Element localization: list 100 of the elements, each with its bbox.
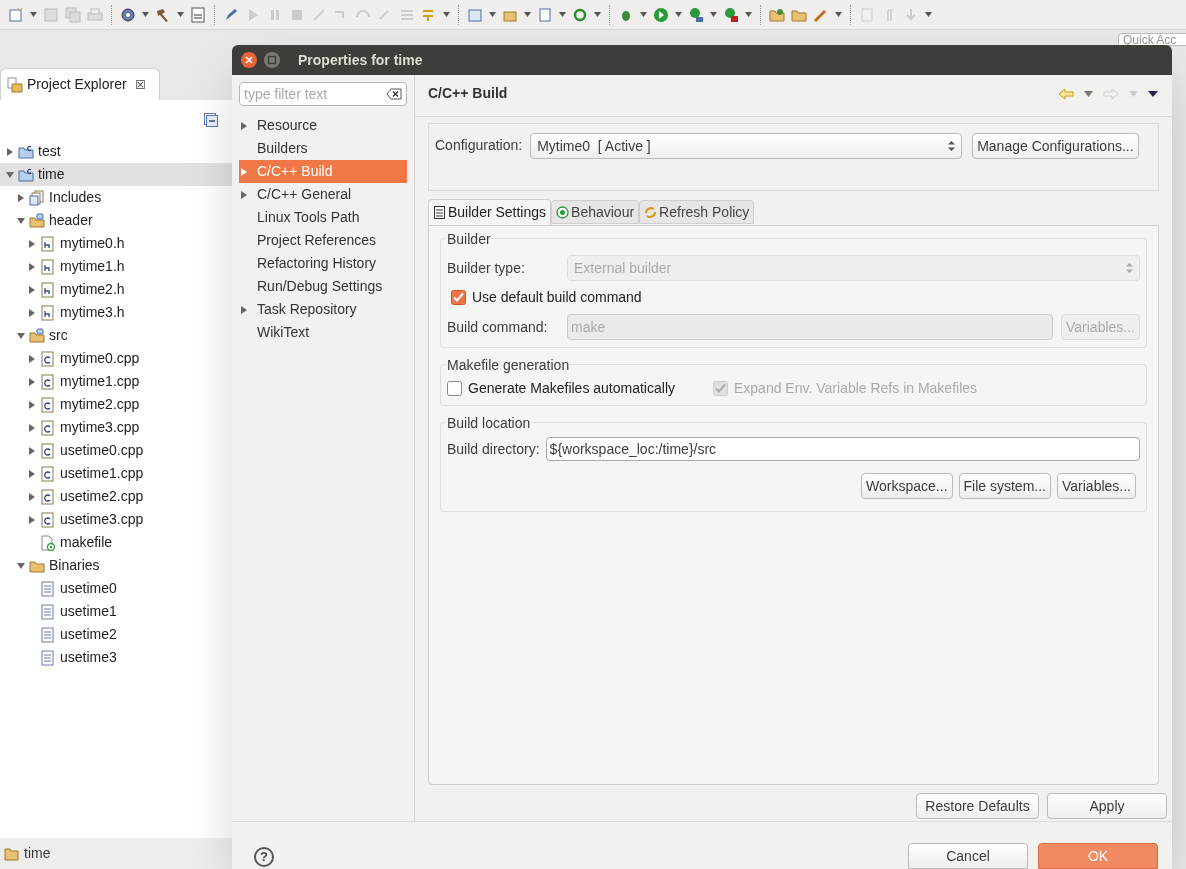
dropdown-caret-icon[interactable] bbox=[675, 12, 682, 17]
expand-arrow-icon[interactable] bbox=[241, 190, 247, 199]
header-file-icon bbox=[40, 235, 56, 252]
collapse-arrow-icon[interactable] bbox=[17, 331, 25, 340]
close-icon[interactable]: ☒ bbox=[134, 75, 146, 94]
tree-item[interactable]: mytime3.h bbox=[0, 301, 232, 324]
tree-item[interactable]: mytime2.h bbox=[0, 278, 232, 301]
dropdown-caret-icon[interactable] bbox=[177, 12, 184, 17]
pencil-icon[interactable] bbox=[223, 6, 239, 23]
expand-arrow-icon[interactable] bbox=[241, 167, 247, 176]
expand-arrow-icon[interactable] bbox=[28, 446, 36, 455]
dropdown-caret-icon[interactable] bbox=[30, 12, 37, 17]
nav-item[interactable]: Builders bbox=[239, 137, 407, 160]
expand-arrow-icon[interactable] bbox=[28, 354, 36, 363]
expand-arrow-icon[interactable] bbox=[17, 193, 25, 202]
collapse-arrow-icon[interactable] bbox=[17, 561, 25, 570]
expand-arrow-icon[interactable] bbox=[28, 377, 36, 386]
tree-item[interactable]: usetime1.cpp bbox=[0, 462, 232, 485]
dropdown-caret-icon[interactable] bbox=[745, 12, 752, 17]
expand-arrow-icon[interactable] bbox=[28, 469, 36, 478]
tree-item[interactable]: mytime0.h bbox=[0, 232, 232, 255]
tree-item[interactable]: mytime3.cpp bbox=[0, 416, 232, 439]
location-button[interactable]: Variables... bbox=[1057, 473, 1136, 499]
tree-item[interactable]: mytime1.cpp bbox=[0, 370, 232, 393]
nav-item[interactable]: Refactoring History bbox=[239, 252, 407, 275]
settings-tab[interactable]: Builder Settings bbox=[428, 199, 552, 225]
tree-item[interactable]: mytime0.cpp bbox=[0, 347, 232, 370]
tree-item[interactable]: usetime3.cpp bbox=[0, 508, 232, 531]
tree-item[interactable]: usetime0.cpp bbox=[0, 439, 232, 462]
expand-arrow-icon[interactable] bbox=[241, 121, 247, 130]
expand-arrow-icon[interactable] bbox=[28, 492, 36, 501]
nav-item[interactable]: Run/Debug Settings bbox=[239, 275, 407, 298]
tree-item[interactable]: header bbox=[0, 209, 232, 232]
checkbox[interactable]: Generate Makefiles automatically bbox=[447, 377, 675, 399]
nav-item[interactable]: Linux Tools Path bbox=[239, 206, 407, 229]
tree-item[interactable]: usetime3 bbox=[0, 646, 232, 669]
tree-item[interactable]: mytime2.cpp bbox=[0, 393, 232, 416]
maximize-icon[interactable] bbox=[263, 51, 281, 69]
collapse-all-icon[interactable] bbox=[204, 113, 218, 127]
nav-item[interactable]: Resource bbox=[239, 114, 407, 137]
dropdown-caret-icon[interactable] bbox=[559, 12, 566, 17]
restore-defaults-button[interactable]: Restore Defaults bbox=[916, 793, 1039, 819]
filter-field[interactable]: type filter text bbox=[239, 82, 407, 106]
tree-item[interactable]: makefile bbox=[0, 531, 232, 554]
expand-arrow-icon[interactable] bbox=[241, 305, 247, 314]
close-icon[interactable] bbox=[240, 51, 258, 69]
dropdown-caret-icon[interactable] bbox=[443, 12, 450, 17]
tree-item[interactable]: usetime1 bbox=[0, 600, 232, 623]
tree-item[interactable]: time bbox=[0, 163, 232, 186]
build-directory-field[interactable]: ${workspace_loc:/time}/src bbox=[545, 437, 1140, 461]
open-folder-icon[interactable] bbox=[769, 6, 785, 23]
dropdown-caret-icon[interactable] bbox=[594, 12, 601, 17]
expand-arrow-icon[interactable] bbox=[6, 147, 14, 156]
dropdown-caret-icon[interactable] bbox=[142, 12, 149, 17]
settings-tab[interactable]: Refresh Policy bbox=[639, 200, 755, 224]
location-button[interactable]: Workspace... bbox=[861, 473, 953, 499]
dropdown-caret-icon[interactable] bbox=[524, 12, 531, 17]
expand-arrow-icon[interactable] bbox=[28, 400, 36, 409]
tree-item[interactable]: usetime2.cpp bbox=[0, 485, 232, 508]
dropdown-caret-icon[interactable] bbox=[489, 12, 496, 17]
manage-configurations-button[interactable]: Manage Configurations... bbox=[972, 133, 1139, 159]
dropdown-caret-icon[interactable] bbox=[640, 12, 647, 17]
dropdown-caret-icon[interactable] bbox=[835, 12, 842, 17]
collapse-arrow-icon[interactable] bbox=[6, 170, 14, 179]
expand-arrow-icon[interactable] bbox=[28, 285, 36, 294]
cancel-button[interactable]: Cancel bbox=[908, 843, 1028, 869]
dropdown-caret-icon[interactable] bbox=[925, 12, 932, 17]
tree-item[interactable]: Binaries bbox=[0, 554, 232, 577]
expand-arrow-icon[interactable] bbox=[28, 262, 36, 271]
clear-icon[interactable] bbox=[386, 88, 402, 100]
nav-item[interactable]: Task Repository bbox=[239, 298, 407, 321]
expand-arrow-icon[interactable] bbox=[28, 239, 36, 248]
view-menu-icon[interactable] bbox=[1148, 90, 1158, 97]
configuration-dropdown[interactable]: Mytime0 [ Active ] bbox=[530, 133, 963, 159]
tree-item[interactable]: src bbox=[0, 324, 232, 347]
help-button[interactable]: ? bbox=[254, 847, 274, 867]
dropdown-caret-icon[interactable] bbox=[710, 12, 717, 17]
source-file-icon bbox=[40, 396, 56, 413]
project-explorer-tab[interactable]: Project Explorer ☒ bbox=[0, 68, 160, 100]
project-folder-icon bbox=[18, 166, 34, 183]
expand-arrow-icon[interactable] bbox=[28, 423, 36, 432]
checkbox[interactable]: Use default build command bbox=[451, 287, 642, 308]
apply-button[interactable]: Apply bbox=[1047, 793, 1167, 819]
expand-arrow-icon[interactable] bbox=[28, 515, 36, 524]
tree-item[interactable]: mytime1.h bbox=[0, 255, 232, 278]
tree-item[interactable]: test bbox=[0, 140, 232, 163]
nav-item[interactable]: WikiText bbox=[239, 321, 407, 344]
location-button[interactable]: File system... bbox=[958, 473, 1051, 499]
nav-item[interactable]: C/C++ General bbox=[239, 183, 407, 206]
hammer-icon[interactable] bbox=[155, 6, 171, 23]
expand-arrow-icon[interactable] bbox=[28, 308, 36, 317]
collapse-arrow-icon[interactable] bbox=[17, 216, 25, 225]
nav-item[interactable]: Project References bbox=[239, 229, 407, 252]
build-command-label: Build command: bbox=[447, 317, 549, 337]
tree-item[interactable]: usetime2 bbox=[0, 623, 232, 646]
settings-tab[interactable]: Behaviour bbox=[551, 200, 640, 224]
tree-item[interactable]: usetime0 bbox=[0, 577, 232, 600]
run-icon[interactable] bbox=[653, 6, 669, 23]
tree-item[interactable]: Includes bbox=[0, 186, 232, 209]
dropdown-caret-icon[interactable] bbox=[1084, 90, 1093, 97]
